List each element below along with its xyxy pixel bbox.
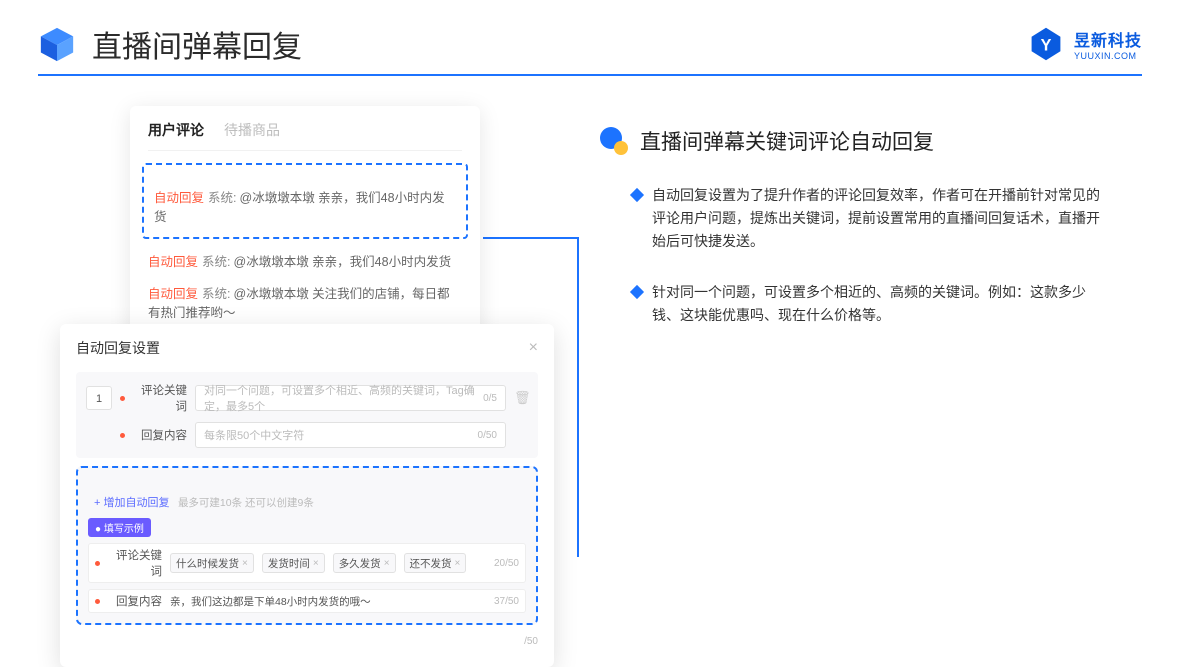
cube-icon [38,25,76,63]
outer-count: /50 [524,636,538,647]
remove-tag-icon[interactable]: × [313,558,319,569]
required-dot-icon [95,599,100,604]
diamond-icon [630,285,644,299]
comment-highlight: 自动回复系统:@冰墩墩本墩 亲亲，我们48小时内发货 [142,163,468,239]
add-auto-reply-link[interactable]: + 增加自动回复 [94,494,169,510]
close-icon[interactable]: × [529,339,538,357]
settings-title: 自动回复设置 [76,338,160,358]
add-hint: 最多可建10条 还可以创建9条 [178,497,314,509]
keyword-input[interactable]: 对同一个问题，可设置多个相近、高频的关键词，Tag确定，最多5个 0/5 [195,385,506,411]
page-header: 直播间弹幕回复 Y 昱新科技 YUUXIN.COM [0,0,1180,74]
label-keyword: 评论关键词 [135,382,187,414]
brand-block: Y 昱新科技 YUUXIN.COM [1028,26,1142,62]
comment-item: 自动回复系统:@冰墩墩本墩 关注我们的店铺，每日都有热门推荐哟～ [148,285,462,323]
comment-item: 自动回复系统:@冰墩墩本墩 亲亲，我们48小时内发货 [148,253,462,272]
label-content: 回复内容 [110,593,162,609]
delete-icon[interactable]: 🗑 [514,390,528,406]
brand-logo-icon: Y [1028,26,1064,62]
bullet-item: 针对同一个问题，可设置多个相近的、高频的关键词。例如：这款多少钱、这块能优惠吗、… [600,281,1100,327]
example-content: 亲，我们这边都是下单48小时内发货的哦～ [170,594,371,609]
diamond-icon [630,188,644,202]
required-dot-icon [120,396,125,401]
brand-name-en: YUUXIN.COM [1074,51,1142,61]
auto-reply-tag: 自动回复 [154,191,204,205]
auto-reply-settings-panel: 自动回复设置 × 1 评论关键词 对同一个问题，可设置多个相近、高频的关键词，T… [60,324,554,667]
bullet-item: 自动回复设置为了提升作者的评论回复效率，作者可在开播前针对常见的评论用户问题，提… [600,184,1100,253]
remove-tag-icon[interactable]: × [384,558,390,569]
bubble-icon [600,127,628,155]
bullet-text: 自动回复设置为了提升作者的评论回复效率，作者可在开播前针对常见的评论用户问题，提… [652,184,1100,253]
required-dot-icon [120,433,125,438]
example-badge: ● 填写示例 [88,518,151,537]
tag-chip[interactable]: 什么时候发货× [170,553,254,573]
tag-chip[interactable]: 还不发货× [404,553,467,573]
label-content: 回复内容 [135,427,187,443]
tag-chip[interactable]: 发货时间× [262,553,325,573]
tag-chip[interactable]: 多久发货× [333,553,396,573]
auto-reply-tag: 自动回复 [148,287,198,301]
comments-panel: 用户评论 待播商品 自动回复系统:@冰墩墩本墩 亲亲，我们48小时内发货 自动回… [130,106,480,345]
example-box: + 增加自动回复 最多可建10条 还可以创建9条 ● 填写示例 评论关键词 什么… [76,466,538,625]
svg-text:Y: Y [1041,36,1052,54]
auto-reply-tag: 自动回复 [148,255,198,269]
content-input[interactable]: 每条限50个中文字符 0/50 [195,422,506,448]
remove-tag-icon[interactable]: × [242,558,248,569]
comment-item: 自动回复系统:@冰墩墩本墩 亲亲，我们48小时内发货 [154,189,456,227]
page-title: 直播间弹幕回复 [92,22,302,66]
label-keyword: 评论关键词 [110,547,162,579]
remove-tag-icon[interactable]: × [455,558,461,569]
brand-name-cn: 昱新科技 [1074,27,1142,51]
tab-user-comments[interactable]: 用户评论 [148,120,204,140]
comments-tabs: 用户评论 待播商品 [148,120,462,151]
bullet-text: 针对同一个问题，可设置多个相近的、高频的关键词。例如：这款多少钱、这块能优惠吗、… [652,281,1100,327]
required-dot-icon [95,561,100,566]
section-title: 直播间弹幕关键词评论自动回复 [640,126,934,156]
rule-index: 1 [86,386,112,410]
tab-pending-goods[interactable]: 待播商品 [224,120,280,140]
